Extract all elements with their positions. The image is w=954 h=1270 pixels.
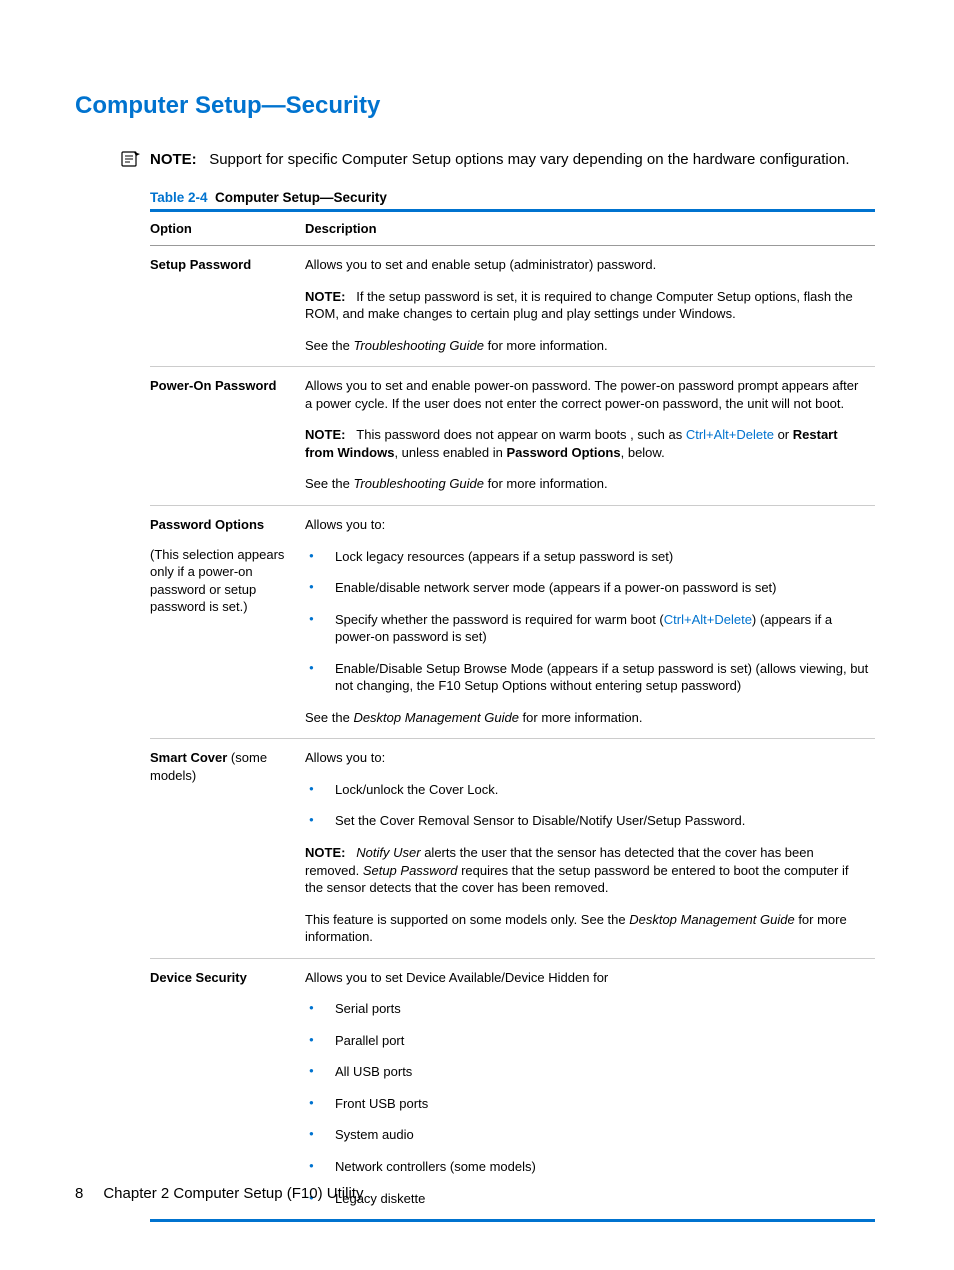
note-label: NOTE: xyxy=(305,289,345,304)
note-body: If the setup password is set, it is requ… xyxy=(305,289,853,322)
option-name: Smart Cover (some models) xyxy=(150,739,305,958)
header-description: Description xyxy=(305,210,875,246)
list-item: Enable/Disable Setup Browse Mode (appear… xyxy=(305,660,869,695)
list-item: System audio xyxy=(305,1126,869,1144)
desc-ref: See the Troubleshooting Guide for more i… xyxy=(305,337,869,355)
desc-text: Allows you to: xyxy=(305,516,869,534)
chapter-title: Chapter 2 Computer Setup (F10) Utility xyxy=(103,1185,363,1202)
list-item: Specify whether the password is required… xyxy=(305,611,869,646)
page-title: Computer Setup—Security xyxy=(75,92,874,120)
option-name: Password Options xyxy=(150,517,264,532)
table-row: Power-On Password Allows you to set and … xyxy=(150,367,875,506)
option-name: Power-On Password xyxy=(150,378,276,393)
header-option: Option xyxy=(150,210,305,246)
list-item: Lock legacy resources (appears if a setu… xyxy=(305,548,869,566)
page-number: 8 xyxy=(75,1185,83,1202)
desc-ref: This feature is supported on some models… xyxy=(305,911,869,946)
option-name: Device Security xyxy=(150,970,247,985)
note-label: NOTE: xyxy=(305,427,345,442)
top-note: NOTE: Support for specific Computer Setu… xyxy=(120,150,874,170)
table-row: Smart Cover (some models) Allows you to:… xyxy=(150,739,875,958)
list-item: Network controllers (some models) xyxy=(305,1158,869,1176)
desc-note: NOTE: If the setup password is set, it i… xyxy=(305,288,869,323)
note-label: NOTE: xyxy=(305,845,345,860)
top-note-text: NOTE: Support for specific Computer Setu… xyxy=(150,150,874,170)
table-row: Device Security Allows you to set Device… xyxy=(150,958,875,1220)
list-item: All USB ports xyxy=(305,1063,869,1081)
list-item: Set the Cover Removal Sensor to Disable/… xyxy=(305,812,869,830)
option-name: Setup Password xyxy=(150,257,251,272)
caption-title: Computer Setup—Security xyxy=(215,190,387,205)
security-table: Option Description Setup Password Allows… xyxy=(150,209,875,1223)
note-label: NOTE: xyxy=(150,151,197,168)
desc-ref: See the Desktop Management Guide for mor… xyxy=(305,709,869,727)
option-sub: (This selection appears only if a power-… xyxy=(150,546,299,616)
page-footer: 8 Chapter 2 Computer Setup (F10) Utility xyxy=(75,1185,363,1202)
desc-text: Allows you to: xyxy=(305,749,869,767)
list-item: Legacy diskette xyxy=(305,1190,869,1208)
list-item: Serial ports xyxy=(305,1000,869,1018)
desc-text: Allows you to set and enable power-on pa… xyxy=(305,377,869,412)
table-caption: Table 2-4 Computer Setup—Security xyxy=(150,190,874,205)
desc-ref: See the Troubleshooting Guide for more i… xyxy=(305,475,869,493)
table-row: Password Options (This selection appears… xyxy=(150,505,875,738)
caption-prefix: Table 2-4 xyxy=(150,190,208,205)
desc-text: Allows you to set Device Available/Devic… xyxy=(305,969,869,987)
list-item: Parallel port xyxy=(305,1032,869,1050)
note-body: Support for specific Computer Setup opti… xyxy=(209,151,849,168)
list-item: Enable/disable network server mode (appe… xyxy=(305,579,869,597)
desc-note: NOTE: This password does not appear on w… xyxy=(305,426,869,461)
desc-text: Allows you to set and enable setup (admi… xyxy=(305,256,869,274)
bullet-list: Lock legacy resources (appears if a setu… xyxy=(305,548,869,695)
list-item: Front USB ports xyxy=(305,1095,869,1113)
table-row: Setup Password Allows you to set and ena… xyxy=(150,246,875,367)
bullet-list: Serial ports Parallel port All USB ports… xyxy=(305,1000,869,1207)
note-icon xyxy=(120,150,142,168)
bullet-list: Lock/unlock the Cover Lock. Set the Cove… xyxy=(305,781,869,830)
list-item: Lock/unlock the Cover Lock. xyxy=(305,781,869,799)
desc-note: NOTE: Notify User alerts the user that t… xyxy=(305,844,869,897)
